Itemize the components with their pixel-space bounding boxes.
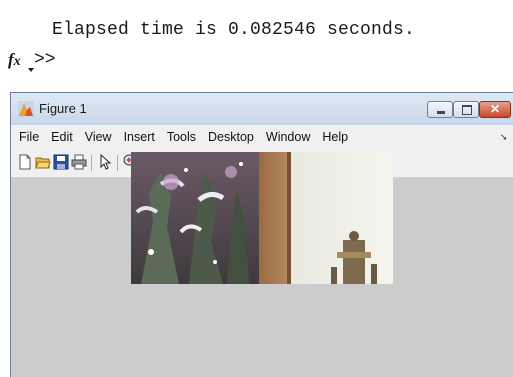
- new-figure-icon[interactable]: [17, 154, 33, 170]
- menu-edit[interactable]: Edit: [51, 130, 73, 144]
- save-icon[interactable]: [53, 154, 69, 170]
- menu-view[interactable]: View: [85, 130, 112, 144]
- fx-icon[interactable]: fx: [8, 50, 26, 70]
- displayed-image: [131, 152, 393, 284]
- window-title: Figure 1: [39, 101, 87, 116]
- menu-file[interactable]: File: [19, 130, 39, 144]
- title-bar[interactable]: Figure 1: [11, 93, 513, 125]
- command-window[interactable]: Elapsed time is 0.082546 seconds. fx >>: [0, 0, 513, 92]
- minimize-button[interactable]: [427, 101, 453, 118]
- elapsed-time-output: Elapsed time is 0.082546 seconds.: [52, 20, 416, 40]
- close-button[interactable]: [479, 101, 511, 118]
- dock-arrow-icon[interactable]: ➘: [500, 132, 508, 142]
- maximize-button[interactable]: [453, 101, 479, 118]
- menu-help[interactable]: Help: [322, 130, 348, 144]
- edit-plot-arrow-icon[interactable]: [97, 154, 113, 170]
- toolbar-separator: [91, 155, 92, 171]
- photo-render: [131, 152, 393, 284]
- toolbar-separator: [117, 155, 118, 171]
- command-prompt[interactable]: >>: [34, 50, 56, 70]
- menu-window[interactable]: Window: [266, 130, 310, 144]
- open-file-icon[interactable]: [35, 154, 51, 170]
- menu-bar: File Edit View Insert Tools Desktop Wind…: [11, 125, 513, 149]
- matlab-figure-icon: [18, 101, 34, 117]
- print-icon[interactable]: [71, 154, 87, 170]
- menu-tools[interactable]: Tools: [167, 130, 196, 144]
- menu-insert[interactable]: Insert: [124, 130, 155, 144]
- menu-desktop[interactable]: Desktop: [208, 130, 254, 144]
